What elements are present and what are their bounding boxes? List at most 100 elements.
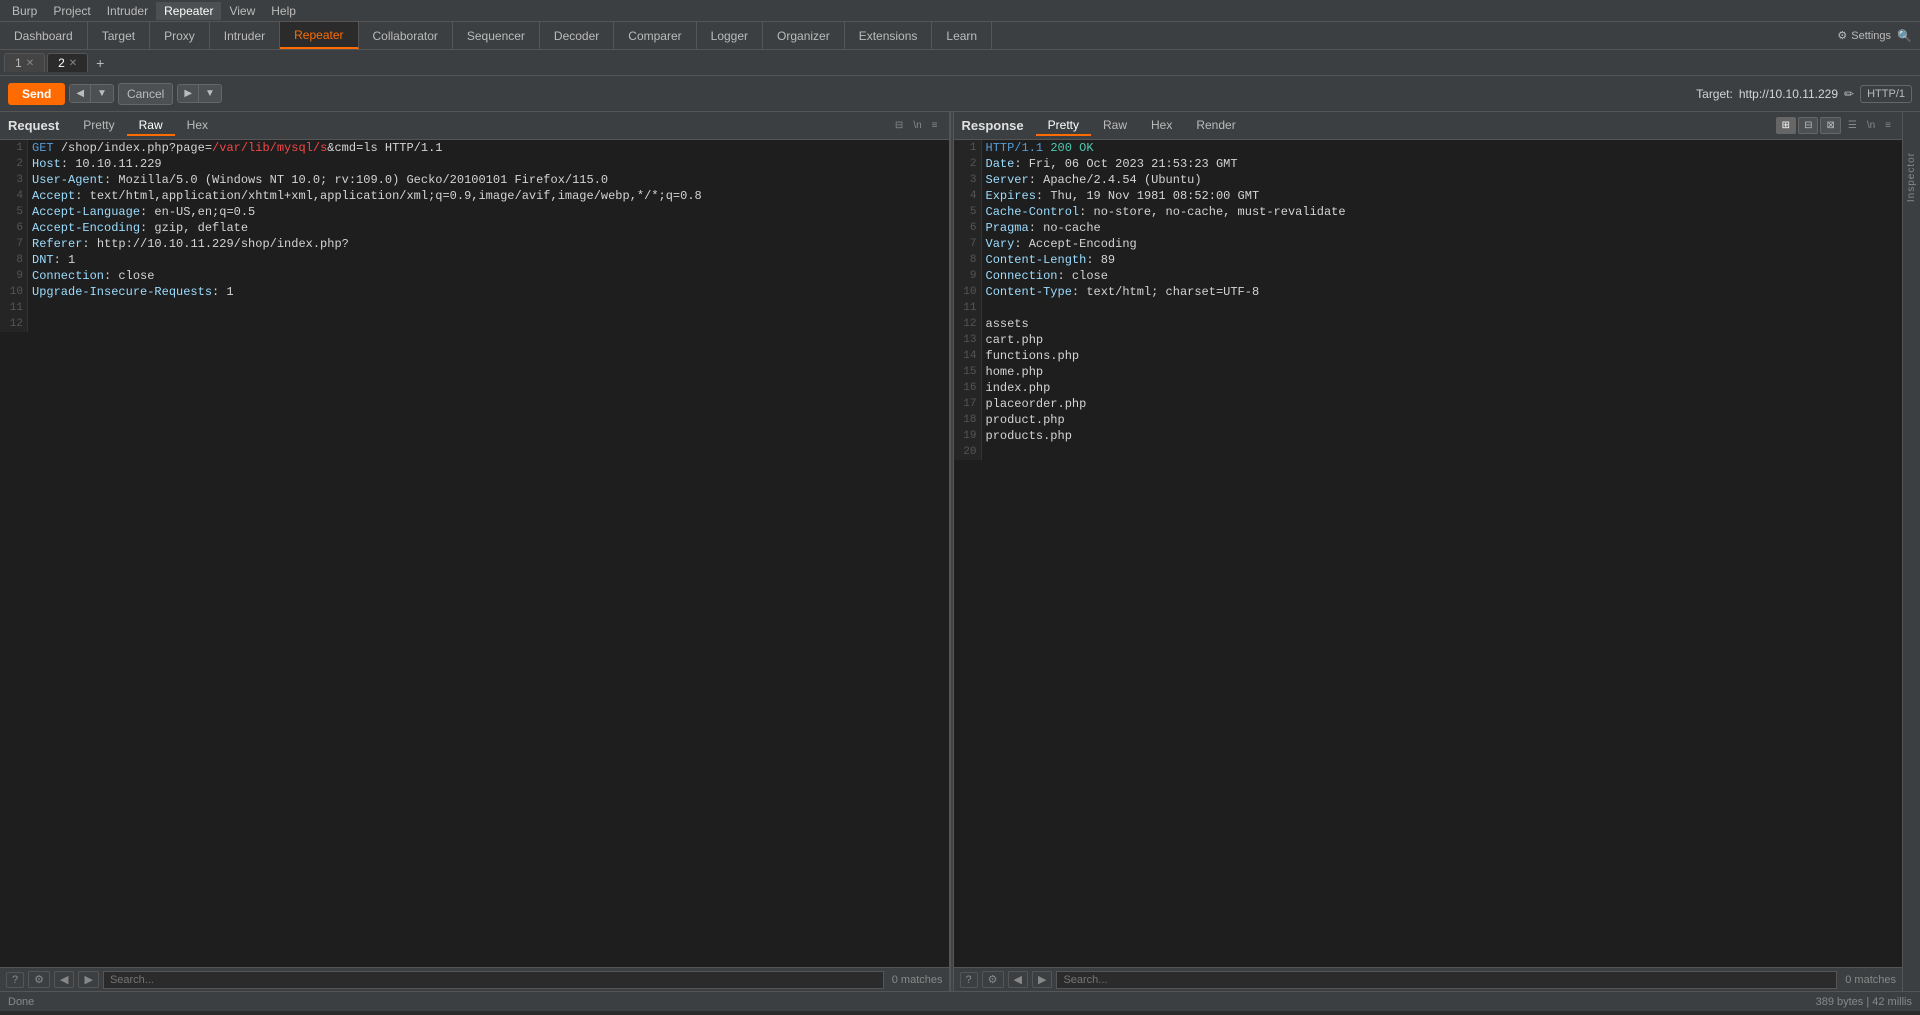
request-line-11: 11 xyxy=(0,300,949,316)
request-match-count: 0 matches xyxy=(892,974,943,986)
request-tab-hex[interactable]: Hex xyxy=(175,116,220,136)
nav-forward-group: ▶ ▼ xyxy=(177,84,222,103)
menu-help[interactable]: Help xyxy=(263,2,304,20)
nav-prev-alt-btn[interactable]: ▼ xyxy=(91,85,113,102)
response-view-full[interactable]: ⊠ xyxy=(1820,117,1840,134)
response-line-13: 13 cart.php xyxy=(954,332,1903,348)
request-newline-icon[interactable]: \n xyxy=(910,119,924,132)
request-tab-pretty[interactable]: Pretty xyxy=(71,116,126,136)
target-prefix: Target: xyxy=(1696,87,1733,101)
response-line-9: 9 Connection: close xyxy=(954,268,1903,284)
settings-label: Settings xyxy=(1851,30,1891,42)
request-search-next-btn[interactable]: ▶ xyxy=(78,971,98,988)
status-right: 389 bytes | 42 millis xyxy=(1816,996,1912,1008)
request-editor-content: 1 GET /shop/index.php?page=/var/lib/mysq… xyxy=(0,140,949,332)
request-line-3: 3 User-Agent: Mozilla/5.0 (Windows NT 10… xyxy=(0,172,949,188)
nav-next-btn[interactable]: ▶ xyxy=(178,85,199,102)
response-view-split-h[interactable]: ⊞ xyxy=(1776,117,1796,134)
response-help-btn[interactable]: ? xyxy=(960,972,978,988)
tab-learn[interactable]: Learn xyxy=(932,22,992,49)
request-line-8: 8 DNT: 1 xyxy=(0,252,949,268)
response-line-2: 2 Date: Fri, 06 Oct 2023 21:53:23 GMT xyxy=(954,156,1903,172)
edit-target-icon[interactable]: ✏ xyxy=(1844,87,1854,101)
tab-repeater[interactable]: Repeater xyxy=(280,22,358,49)
repeater-tab-1[interactable]: 1 ✕ xyxy=(4,53,45,72)
menu-intruder[interactable]: Intruder xyxy=(99,2,156,20)
response-tab-raw[interactable]: Raw xyxy=(1091,116,1139,136)
tab-organizer[interactable]: Organizer xyxy=(763,22,845,49)
response-line-4: 4 Expires: Thu, 19 Nov 1981 08:52:00 GMT xyxy=(954,188,1903,204)
repeater-tab-2-label: 2 xyxy=(58,56,65,70)
menu-view[interactable]: View xyxy=(221,2,263,20)
request-settings-btn[interactable]: ⚙ xyxy=(28,971,50,988)
request-line-12: 12 xyxy=(0,316,949,332)
main-content: Request Pretty Raw Hex ⊟ \n ≡ 1 GET /sho… xyxy=(0,112,1920,991)
tab-extensions[interactable]: Extensions xyxy=(845,22,933,49)
nav-prev-btn[interactable]: ◀ xyxy=(70,85,91,102)
response-line-18: 18 product.php xyxy=(954,412,1903,428)
tab-intruder[interactable]: Intruder xyxy=(210,22,280,49)
menu-burp[interactable]: Burp xyxy=(4,2,45,20)
repeater-tab-2-close[interactable]: ✕ xyxy=(69,58,77,69)
response-title: Response xyxy=(962,118,1024,133)
settings-button[interactable]: ⚙ Settings xyxy=(1837,29,1891,42)
response-line-11: 11 xyxy=(954,300,1903,316)
response-tab-hex[interactable]: Hex xyxy=(1139,116,1184,136)
response-line-20: 20 xyxy=(954,444,1903,460)
nav-next-alt-btn[interactable]: ▼ xyxy=(199,85,221,102)
request-bottom-bar: ? ⚙ ◀ ▶ 0 matches xyxy=(0,967,949,991)
request-editor[interactable]: 1 GET /shop/index.php?page=/var/lib/mysq… xyxy=(0,140,949,967)
response-search-next-btn[interactable]: ▶ xyxy=(1032,971,1052,988)
response-line-19: 19 products.php xyxy=(954,428,1903,444)
response-newline-icon[interactable]: \n xyxy=(1864,119,1878,132)
request-line-5: 5 Accept-Language: en-US,en;q=0.5 xyxy=(0,204,949,220)
status-left: Done xyxy=(8,996,34,1008)
tab-collaborator[interactable]: Collaborator xyxy=(359,22,453,49)
response-line-14: 14 functions.php xyxy=(954,348,1903,364)
response-search-prev-btn[interactable]: ◀ xyxy=(1008,971,1028,988)
menu-repeater[interactable]: Repeater xyxy=(156,2,221,20)
response-menu-icon[interactable]: ≡ xyxy=(1882,119,1894,132)
response-list-view-icon[interactable]: ☰ xyxy=(1845,119,1860,132)
http-version[interactable]: HTTP/1 xyxy=(1860,85,1912,103)
request-help-btn[interactable]: ? xyxy=(6,972,24,988)
repeater-tab-2[interactable]: 2 ✕ xyxy=(47,53,88,72)
inspector-panel: Inspector xyxy=(1902,112,1920,991)
tab-decoder[interactable]: Decoder xyxy=(540,22,614,49)
response-line-6: 6 Pragma: no-cache xyxy=(954,220,1903,236)
request-search-input[interactable] xyxy=(103,971,884,989)
response-line-10: 10 Content-Type: text/html; charset=UTF-… xyxy=(954,284,1903,300)
request-menu-icon[interactable]: ≡ xyxy=(929,119,941,132)
request-wrap-icon[interactable]: ⊟ xyxy=(892,119,906,132)
response-line-16: 16 index.php xyxy=(954,380,1903,396)
response-line-15: 15 home.php xyxy=(954,364,1903,380)
add-repeater-tab[interactable]: + xyxy=(90,53,110,73)
repeater-tab-1-close[interactable]: ✕ xyxy=(26,58,34,69)
response-line-7: 7 Vary: Accept-Encoding xyxy=(954,236,1903,252)
tab-sequencer[interactable]: Sequencer xyxy=(453,22,540,49)
request-search-prev-btn[interactable]: ◀ xyxy=(54,971,74,988)
response-settings-btn[interactable]: ⚙ xyxy=(982,971,1004,988)
request-line-6: 6 Accept-Encoding: gzip, deflate xyxy=(0,220,949,236)
response-search-input[interactable] xyxy=(1056,971,1837,989)
response-tab-pretty[interactable]: Pretty xyxy=(1036,116,1091,136)
request-line-2: 2 Host: 10.10.11.229 xyxy=(0,156,949,172)
menu-project[interactable]: Project xyxy=(45,2,98,20)
response-tab-render[interactable]: Render xyxy=(1184,116,1247,136)
top-tabs: Dashboard Target Proxy Intruder Repeater… xyxy=(0,22,1920,50)
tab-dashboard[interactable]: Dashboard xyxy=(0,22,88,49)
global-search-icon[interactable]: 🔍 xyxy=(1897,29,1912,43)
send-button[interactable]: Send xyxy=(8,83,65,105)
response-panel: Response Pretty Raw Hex Render ⊞ ⊟ ⊠ ☰ \… xyxy=(954,112,1903,991)
tab-target[interactable]: Target xyxy=(88,22,150,49)
inspector-label[interactable]: Inspector xyxy=(1906,152,1917,202)
tab-proxy[interactable]: Proxy xyxy=(150,22,210,49)
request-line-1: 1 GET /shop/index.php?page=/var/lib/mysq… xyxy=(0,140,949,156)
tab-comparer[interactable]: Comparer xyxy=(614,22,696,49)
request-tab-raw[interactable]: Raw xyxy=(127,116,175,136)
response-view-split-v[interactable]: ⊟ xyxy=(1798,117,1818,134)
cancel-button[interactable]: Cancel xyxy=(118,83,173,105)
response-header: Response Pretty Raw Hex Render ⊞ ⊟ ⊠ ☰ \… xyxy=(954,112,1903,140)
response-editor[interactable]: 1 HTTP/1.1 200 OK 2 Date: Fri, 06 Oct 20… xyxy=(954,140,1903,967)
tab-logger[interactable]: Logger xyxy=(697,22,763,49)
